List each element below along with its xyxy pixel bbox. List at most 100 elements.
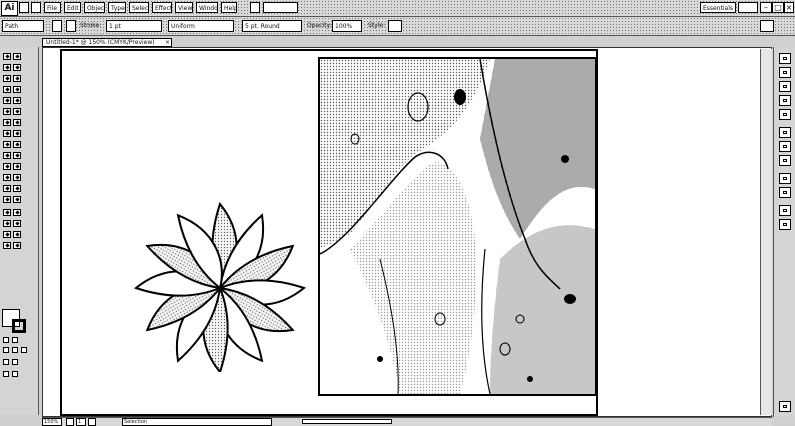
eraser-tool-icon[interactable] (13, 108, 21, 115)
blend-tool-icon[interactable] (13, 163, 21, 170)
symbol-sprayer-tool-icon[interactable] (3, 174, 11, 181)
gpu-icon[interactable] (263, 2, 298, 13)
bridge-icon[interactable] (19, 2, 29, 13)
arrange-icon[interactable] (250, 2, 260, 13)
selection-type: Path (2, 20, 44, 32)
layers-panel-icon[interactable] (779, 205, 791, 216)
artboards-panel-icon[interactable] (779, 219, 791, 230)
stroke-panel-icon[interactable] (779, 127, 791, 138)
menu-help[interactable]: Help (221, 2, 237, 13)
magic-wand-tool-icon[interactable] (3, 64, 11, 71)
slice-tool-icon[interactable] (13, 185, 21, 192)
tab-close-icon[interactable]: × (165, 39, 170, 46)
free-transform-tool-icon[interactable] (13, 130, 21, 137)
selection-tool-icon[interactable] (3, 53, 11, 60)
curvature-tool-icon[interactable] (3, 209, 11, 216)
menu-select[interactable]: Select (129, 2, 149, 13)
variable-width-select[interactable]: Uniform (168, 20, 234, 32)
paintbrush-tool-icon[interactable] (3, 97, 11, 104)
workspace-switcher[interactable]: Essentials (700, 2, 736, 13)
gradient-panel-icon[interactable] (779, 141, 791, 152)
warp-tool-icon[interactable] (13, 242, 21, 249)
artboard-tool-icon[interactable] (3, 185, 11, 192)
document-tab-title: Untitled-1* @ 150% (CMYK/Preview) (46, 39, 155, 46)
width-tool-icon[interactable] (3, 130, 11, 137)
stroke-color-icon[interactable] (66, 20, 76, 32)
live-paint-tool-icon[interactable] (13, 220, 21, 227)
measure-tool-icon[interactable] (3, 231, 11, 238)
document-tab[interactable]: Untitled-1* @ 150% (CMYK/Preview) × (42, 38, 172, 47)
appearance-panel-icon[interactable] (779, 173, 791, 184)
transparency-panel-icon[interactable] (779, 155, 791, 166)
rotate-tool-icon[interactable] (3, 119, 11, 126)
opacity-field[interactable]: 100% (332, 20, 362, 32)
none-mode-icon[interactable] (21, 347, 27, 353)
draw-normal-icon[interactable] (3, 359, 9, 365)
default-colors-icon[interactable] (3, 337, 9, 343)
minimize-icon[interactable]: – (760, 2, 772, 13)
menu-file[interactable]: File (44, 2, 61, 13)
brushes-panel-icon[interactable] (779, 95, 791, 106)
pen-tool-icon[interactable] (3, 75, 11, 82)
eyedropper-tool-icon[interactable] (3, 163, 11, 170)
column-graph-tool-icon[interactable] (13, 174, 21, 181)
perspective-grid-tool-icon[interactable] (13, 141, 21, 148)
menu-bar: Ai File Edit Object Type Select Effect V… (0, 0, 795, 17)
shaper-tool-icon[interactable] (13, 209, 21, 216)
direct-selection-tool-icon[interactable] (13, 53, 21, 60)
knife-tool-icon[interactable] (3, 242, 11, 249)
stroke-weight-field[interactable]: 1 pt (106, 20, 162, 32)
menu-view[interactable]: View (175, 2, 193, 13)
type-tool-icon[interactable] (13, 75, 21, 82)
draw-behind-icon[interactable] (12, 359, 18, 365)
app-logo: Ai (1, 1, 18, 16)
search-input[interactable] (738, 2, 758, 13)
menu-type[interactable]: Type (108, 2, 126, 13)
color-mode-icon[interactable] (3, 347, 9, 353)
mesh-tool-icon[interactable] (3, 152, 11, 159)
blob-brush-tool-icon[interactable] (3, 108, 11, 115)
style-label: Style: (368, 22, 386, 29)
tools-panel (0, 47, 39, 415)
fill-color-icon[interactable] (52, 20, 62, 32)
panel-menu-icon[interactable] (760, 20, 774, 32)
placed-image[interactable] (318, 57, 597, 396)
symbols-panel-icon[interactable] (779, 109, 791, 120)
menu-effect[interactable]: Effect (152, 2, 172, 13)
edit-toolbar-icon[interactable] (12, 371, 18, 377)
swap-colors-icon[interactable] (12, 337, 18, 343)
screen-mode-icon[interactable] (3, 371, 9, 377)
zoom-tool-icon[interactable] (13, 196, 21, 203)
stroke-swatch-icon[interactable] (12, 319, 26, 333)
menu-edit[interactable]: Edit (64, 2, 81, 13)
gradient-mode-icon[interactable] (12, 347, 18, 353)
control-bar: Path Stroke: 1 pt Uniform 5 pt. Round Op… (0, 17, 795, 36)
maximize-icon[interactable]: □ (772, 2, 784, 13)
color-panel-icon[interactable] (779, 53, 791, 64)
color-guide-panel-icon[interactable] (779, 67, 791, 78)
stock-icon[interactable] (31, 2, 41, 13)
shape-builder-tool-icon[interactable] (3, 141, 11, 148)
menu-object[interactable]: Object (84, 2, 105, 13)
scale-tool-icon[interactable] (13, 119, 21, 126)
flower-artwork[interactable] (133, 201, 307, 375)
vertical-scrollbar[interactable] (760, 49, 772, 415)
puppet-warp-tool-icon[interactable] (3, 220, 11, 227)
scissors-tool-icon[interactable] (13, 231, 21, 238)
stroke-label: Stroke: (80, 22, 102, 29)
graphic-styles-panel-icon[interactable] (779, 187, 791, 198)
close-icon[interactable]: × (784, 2, 794, 13)
menu-window[interactable]: Window (196, 2, 218, 13)
swatches-panel-icon[interactable] (779, 81, 791, 92)
hand-tool-icon[interactable] (3, 196, 11, 203)
flower-shape (133, 201, 307, 375)
lasso-tool-icon[interactable] (13, 64, 21, 71)
rectangle-tool-icon[interactable] (13, 86, 21, 93)
line-tool-icon[interactable] (3, 86, 11, 93)
horizontal-scrollbar[interactable] (302, 419, 392, 424)
brush-select[interactable]: 5 pt. Round (242, 20, 302, 32)
properties-panel-icon[interactable] (779, 401, 791, 412)
graphic-style-icon[interactable] (388, 20, 402, 32)
pencil-tool-icon[interactable] (13, 97, 21, 104)
gradient-tool-icon[interactable] (13, 152, 21, 159)
